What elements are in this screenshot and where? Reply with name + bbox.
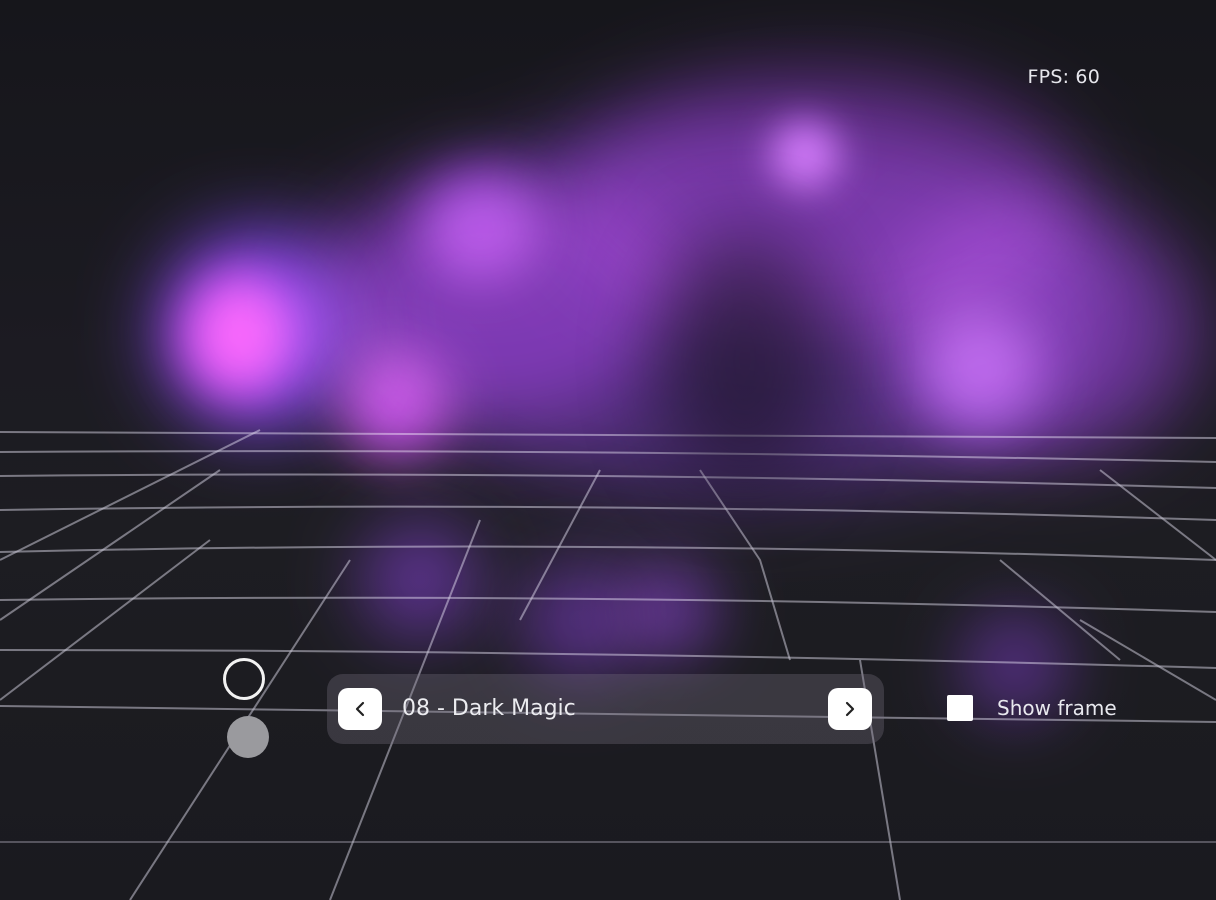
- preset-name: 08 - Dark Magic: [402, 696, 576, 721]
- chevron-left-icon: [355, 701, 365, 717]
- viewport-canvas[interactable]: FPS: 60 08 - Dark Magic Show frame: [0, 0, 1216, 900]
- preset-selector: 08 - Dark Magic: [327, 674, 884, 744]
- show-frame-label: Show frame: [997, 696, 1117, 720]
- show-frame-checkbox[interactable]: [947, 695, 973, 721]
- chevron-right-icon: [845, 701, 855, 717]
- swatch-white-outline[interactable]: [223, 658, 265, 700]
- previous-preset-button[interactable]: [338, 688, 382, 730]
- show-frame-toggle[interactable]: Show frame: [947, 695, 1117, 721]
- fps-counter: FPS: 60: [1027, 66, 1100, 88]
- next-preset-button[interactable]: [828, 688, 872, 730]
- swatch-gray[interactable]: [227, 716, 269, 758]
